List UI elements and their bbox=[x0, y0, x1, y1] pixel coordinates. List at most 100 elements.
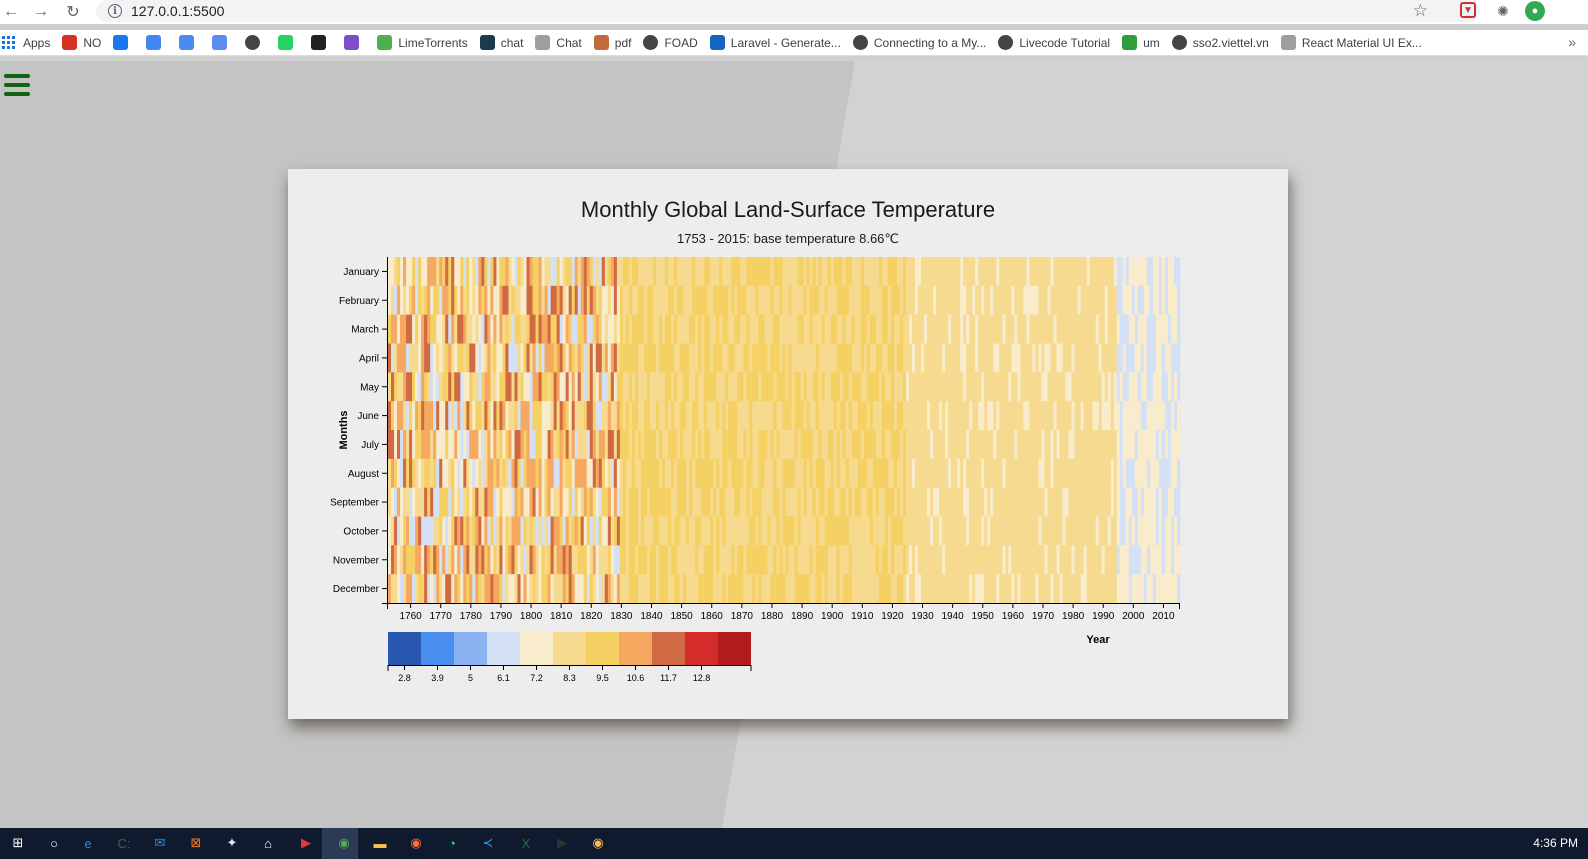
heatmap-cell[interactable] bbox=[893, 487, 898, 517]
heatmap-cell[interactable] bbox=[1098, 574, 1103, 604]
heatmap-cell[interactable] bbox=[529, 458, 533, 489]
heatmap-cell[interactable] bbox=[743, 314, 747, 344]
heatmap-cell[interactable] bbox=[475, 516, 479, 546]
heatmap-cell[interactable] bbox=[719, 314, 723, 344]
heatmap-cell[interactable] bbox=[1092, 458, 1097, 489]
heatmap-cell[interactable] bbox=[957, 487, 961, 517]
heatmap-cell[interactable] bbox=[406, 372, 410, 402]
heatmap-cell[interactable] bbox=[755, 285, 759, 316]
heatmap-cell[interactable] bbox=[607, 574, 612, 604]
heatmap-cell[interactable] bbox=[421, 372, 425, 402]
heatmap-cell[interactable] bbox=[622, 487, 627, 517]
heatmap-cell[interactable] bbox=[1158, 285, 1163, 316]
heatmap-cell[interactable] bbox=[1023, 545, 1027, 575]
heatmap-cell[interactable] bbox=[457, 401, 461, 431]
heatmap-cell[interactable] bbox=[577, 401, 582, 431]
mail-icon[interactable]: ✉ bbox=[149, 832, 171, 854]
heatmap-cell[interactable] bbox=[776, 343, 780, 373]
heatmap-cell[interactable] bbox=[984, 401, 988, 431]
heatmap-cell[interactable] bbox=[427, 516, 431, 546]
heatmap-cell[interactable] bbox=[788, 430, 792, 460]
heatmap-cell[interactable] bbox=[421, 430, 425, 460]
heatmap-cell[interactable] bbox=[683, 574, 687, 604]
heatmap-cell[interactable] bbox=[433, 401, 437, 431]
heatmap-cell[interactable] bbox=[785, 458, 789, 489]
heatmap-cell[interactable] bbox=[1074, 545, 1079, 575]
heatmap-cell[interactable] bbox=[981, 516, 985, 546]
heatmap-cell[interactable] bbox=[860, 314, 865, 344]
heatmap-cell[interactable] bbox=[475, 314, 479, 344]
heatmap-cell[interactable] bbox=[1077, 545, 1082, 575]
heatmap-cell[interactable] bbox=[701, 343, 705, 373]
heatmap-cell[interactable] bbox=[1080, 487, 1085, 517]
heatmap-cell[interactable] bbox=[933, 545, 937, 575]
heatmap-cell[interactable] bbox=[523, 257, 527, 287]
heatmap-cell[interactable] bbox=[1074, 487, 1079, 517]
heatmap-cell[interactable] bbox=[884, 257, 889, 287]
heatmap-cell[interactable] bbox=[1170, 314, 1175, 344]
heatmap-cell[interactable] bbox=[1083, 574, 1088, 604]
heatmap-cell[interactable] bbox=[613, 314, 618, 344]
heatmap-cell[interactable] bbox=[975, 257, 979, 287]
heatmap-cell[interactable] bbox=[550, 487, 555, 517]
heatmap-cell[interactable] bbox=[1032, 574, 1036, 604]
heatmap-cell[interactable] bbox=[1023, 285, 1027, 316]
heatmap-cell[interactable] bbox=[463, 314, 467, 344]
heatmap-cell[interactable] bbox=[1086, 401, 1091, 431]
heatmap-cell[interactable] bbox=[1005, 430, 1009, 460]
heatmap-cell[interactable] bbox=[550, 257, 555, 287]
heatmap-cell[interactable] bbox=[981, 430, 985, 460]
heatmap-cell[interactable] bbox=[547, 430, 552, 460]
heatmap-cell[interactable] bbox=[902, 487, 907, 517]
heatmap-cell[interactable] bbox=[1041, 285, 1045, 316]
heatmap-cell[interactable] bbox=[945, 430, 949, 460]
heatmap-cell[interactable] bbox=[430, 314, 434, 344]
heatmap-cell[interactable] bbox=[397, 516, 401, 546]
heatmap-cell[interactable] bbox=[1173, 257, 1178, 287]
heatmap-cell[interactable] bbox=[872, 285, 877, 316]
heatmap-cell[interactable] bbox=[957, 372, 961, 402]
heatmap-cell[interactable] bbox=[1071, 343, 1075, 373]
heatmap-cell[interactable] bbox=[755, 516, 759, 546]
heatmap-cell[interactable] bbox=[415, 372, 419, 402]
heatmap-cell[interactable] bbox=[565, 458, 570, 489]
heatmap-cell[interactable] bbox=[514, 401, 518, 431]
heatmap-cell[interactable] bbox=[878, 487, 883, 517]
heatmap-cell[interactable] bbox=[1002, 314, 1006, 344]
back-icon[interactable]: ← bbox=[0, 0, 22, 24]
heatmap-cell[interactable] bbox=[833, 372, 838, 402]
heatmap-cell[interactable] bbox=[481, 372, 485, 402]
heatmap-cell[interactable] bbox=[1053, 343, 1057, 373]
heatmap-cell[interactable] bbox=[448, 285, 452, 316]
heatmap-cell[interactable] bbox=[978, 574, 982, 604]
heatmap-cell[interactable] bbox=[948, 401, 952, 431]
heatmap-cell[interactable] bbox=[710, 430, 714, 460]
heatmap-cell[interactable] bbox=[1017, 458, 1021, 489]
heatmap-cell[interactable] bbox=[1110, 372, 1115, 402]
heatmap-cell[interactable] bbox=[749, 343, 753, 373]
heatmap-cell[interactable] bbox=[469, 574, 473, 604]
heatmap-cell[interactable] bbox=[556, 401, 561, 431]
heatmap-cell[interactable] bbox=[863, 285, 868, 316]
heatmap-cell[interactable] bbox=[403, 257, 407, 287]
heatmap-cell[interactable] bbox=[1164, 430, 1169, 460]
heatmap-cell[interactable] bbox=[972, 257, 976, 287]
heatmap-cell[interactable] bbox=[523, 458, 527, 489]
heatmap-cell[interactable] bbox=[1158, 314, 1163, 344]
heatmap-cell[interactable] bbox=[716, 545, 720, 575]
heatmap-cell[interactable] bbox=[406, 257, 410, 287]
heatmap-cell[interactable] bbox=[761, 372, 765, 402]
heatmap-cell[interactable] bbox=[797, 372, 801, 402]
heatmap-cell[interactable] bbox=[668, 458, 672, 489]
heatmap-cell[interactable] bbox=[1119, 487, 1124, 517]
heatmap-cell[interactable] bbox=[1092, 285, 1097, 316]
heatmap-cell[interactable] bbox=[412, 458, 416, 489]
heatmap-cell[interactable] bbox=[851, 343, 856, 373]
heatmap-cell[interactable] bbox=[388, 516, 392, 546]
heatmap-cell[interactable] bbox=[400, 574, 404, 604]
heatmap-cell[interactable] bbox=[1173, 372, 1178, 402]
heatmap-cell[interactable] bbox=[698, 401, 702, 431]
heatmap-cell[interactable] bbox=[939, 487, 943, 517]
heatmap-cell[interactable] bbox=[481, 545, 485, 575]
heatmap-cell[interactable] bbox=[1023, 257, 1027, 287]
